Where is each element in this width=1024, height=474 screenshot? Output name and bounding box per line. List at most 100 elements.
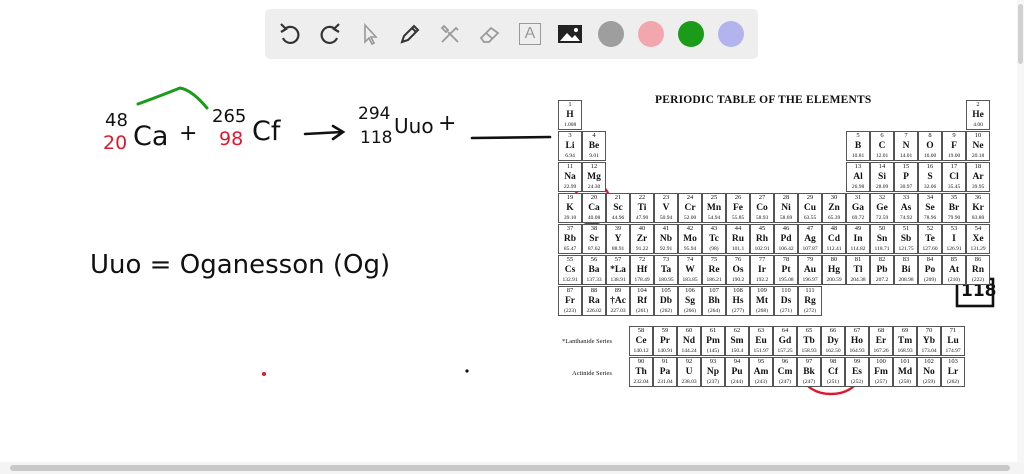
- atomic-mass: 87.62: [587, 246, 601, 252]
- atomic-number: 67: [853, 327, 861, 334]
- atomic-mass: (244): [731, 379, 743, 385]
- horizontal-scroll-thumb[interactable]: [10, 465, 1010, 471]
- atomic-number: 110: [781, 287, 791, 294]
- element-cell-mo: 42 Mo 95.94: [678, 224, 702, 254]
- element-symbol: Mn: [706, 203, 722, 213]
- element-cell-nb: 41 Nb 92.91: [654, 224, 678, 254]
- element-cell-pm: 61 Pm (145): [701, 326, 725, 356]
- element-symbol: Ni: [781, 203, 791, 213]
- element-symbol: Dy: [827, 336, 839, 346]
- atomic-mass: 24.30: [587, 184, 601, 190]
- atomic-number: 99: [853, 358, 861, 365]
- atomic-number: 102: [924, 358, 934, 365]
- element-cell-mg: 12 Mg 24.30: [582, 162, 606, 192]
- element-symbol: Lu: [947, 336, 959, 346]
- element-symbol: Np: [706, 367, 720, 377]
- atomic-number: 46: [782, 225, 790, 232]
- element-symbol: Ca: [588, 203, 600, 213]
- element-symbol: Sm: [730, 336, 744, 346]
- atomic-mass: 4.00: [973, 122, 983, 128]
- element-cell-rg: 111 Rg (272): [798, 286, 822, 316]
- element-symbol: Bk: [803, 367, 815, 377]
- element-cell-br: 35 Br 79.90: [942, 193, 966, 223]
- atomic-mass: (271): [780, 308, 792, 314]
- atomic-mass: 85.47: [563, 246, 577, 252]
- element-symbol: U: [685, 367, 693, 377]
- element-cell-ni: 28 Ni 58.69: [774, 193, 798, 223]
- element-cell-mt: 109 Mt (268): [750, 286, 774, 316]
- atomic-number: 4: [592, 132, 596, 139]
- atomic-mass: 107.87: [802, 246, 818, 252]
- atomic-mass: (223): [564, 308, 576, 314]
- element-symbol: F: [951, 141, 957, 151]
- atomic-mass: 9.01: [589, 153, 599, 159]
- element-cell-sr: 38 Sr 87.62: [582, 224, 606, 254]
- atomic-number: 65: [805, 327, 813, 334]
- atomic-number: 2: [976, 101, 980, 108]
- element-cell-cd: 48 Cd 112.41: [822, 224, 846, 254]
- atomic-number: 9: [952, 132, 956, 139]
- vertical-scroll-thumb[interactable]: [1018, 4, 1023, 64]
- element-symbol: Er: [875, 336, 887, 346]
- horizontal-scrollbar[interactable]: [0, 462, 1024, 474]
- atomic-mass: 195.08: [778, 277, 794, 283]
- element-cell-ce: 58 Ce 140.12: [629, 326, 653, 356]
- element-cell-os: 76 Os 190.2: [726, 255, 750, 285]
- atomic-number: 52: [926, 225, 934, 232]
- atomic-mass: (277): [732, 308, 744, 314]
- atomic-mass: 26.98: [851, 184, 865, 190]
- element-cell-sm: 62 Sm 150.4: [725, 326, 749, 356]
- atomic-mass: 95.94: [683, 246, 697, 252]
- element-cell-u: 92 U 238.03: [677, 357, 701, 387]
- atomic-number: 106: [685, 287, 695, 294]
- element-symbol: Cs: [564, 265, 576, 275]
- element-cell-f: 9 F 19.00: [942, 131, 966, 161]
- element-cell-ar: 18 Ar 39.95: [966, 162, 990, 192]
- atomic-mass: 157.25: [777, 348, 793, 354]
- atomic-number: 101: [900, 358, 910, 365]
- uuo-mass-number: 294: [358, 104, 391, 124]
- vertical-scrollbar[interactable]: [1017, 0, 1024, 462]
- atomic-mass: 178.49: [634, 277, 650, 283]
- element-symbol: No: [923, 367, 935, 377]
- atomic-mass: 20.18: [971, 153, 985, 159]
- atomic-number: 30: [830, 194, 838, 201]
- atomic-mass: 162.50: [825, 348, 841, 354]
- ca-mass-number: 48: [105, 110, 128, 131]
- atomic-number: 12: [590, 163, 598, 170]
- atomic-mass: (222): [972, 277, 984, 283]
- atomic-mass: 47.90: [635, 215, 649, 221]
- element-symbol: Am: [753, 367, 769, 377]
- atomic-mass: 183.85: [682, 277, 698, 283]
- element-cell-np: 93 Np (237): [701, 357, 725, 387]
- element-cell-kr: 36 Kr 83.80: [966, 193, 990, 223]
- atomic-mass: 32.06: [923, 184, 937, 190]
- atomic-number: 28: [782, 194, 790, 201]
- atomic-number: 78: [782, 256, 790, 263]
- atomic-number: 82: [878, 256, 886, 263]
- element-cell-ag: 47 Ag 107.87: [798, 224, 822, 254]
- element-cell-es: 99 Es (252): [845, 357, 869, 387]
- element-cell-tb: 65 Tb 158.93: [797, 326, 821, 356]
- element-symbol: Ru: [731, 234, 745, 244]
- atomic-mass: 22.99: [563, 184, 577, 190]
- element-cell-i: 53 I 126.91: [942, 224, 966, 254]
- atomic-number: 43: [710, 225, 718, 232]
- element-cell-pa: 91 Pa 231.04: [653, 357, 677, 387]
- element-symbol: Tb: [803, 336, 815, 346]
- atomic-mass: (237): [707, 379, 719, 385]
- periodic-table-title: PERIODIC TABLE OF THE ELEMENTS: [655, 94, 872, 106]
- atomic-number: 95: [757, 358, 765, 365]
- element-symbol: Po: [924, 265, 936, 275]
- element-symbol: W: [685, 265, 695, 275]
- atomic-mass: (243): [755, 379, 767, 385]
- atomic-mass: (261): [636, 308, 648, 314]
- atomic-mass: 174.97: [945, 348, 961, 354]
- atomic-mass: 63.55: [803, 215, 817, 221]
- element-cell-ge: 32 Ge 72.59: [870, 193, 894, 223]
- element-cell-cf: 98 Cf (251): [821, 357, 845, 387]
- atomic-mass: 167.26: [873, 348, 889, 354]
- element-symbol: Sr: [589, 234, 599, 244]
- atomic-mass: 16.00: [923, 153, 937, 159]
- element-cell-ti: 22 Ti 47.90: [630, 193, 654, 223]
